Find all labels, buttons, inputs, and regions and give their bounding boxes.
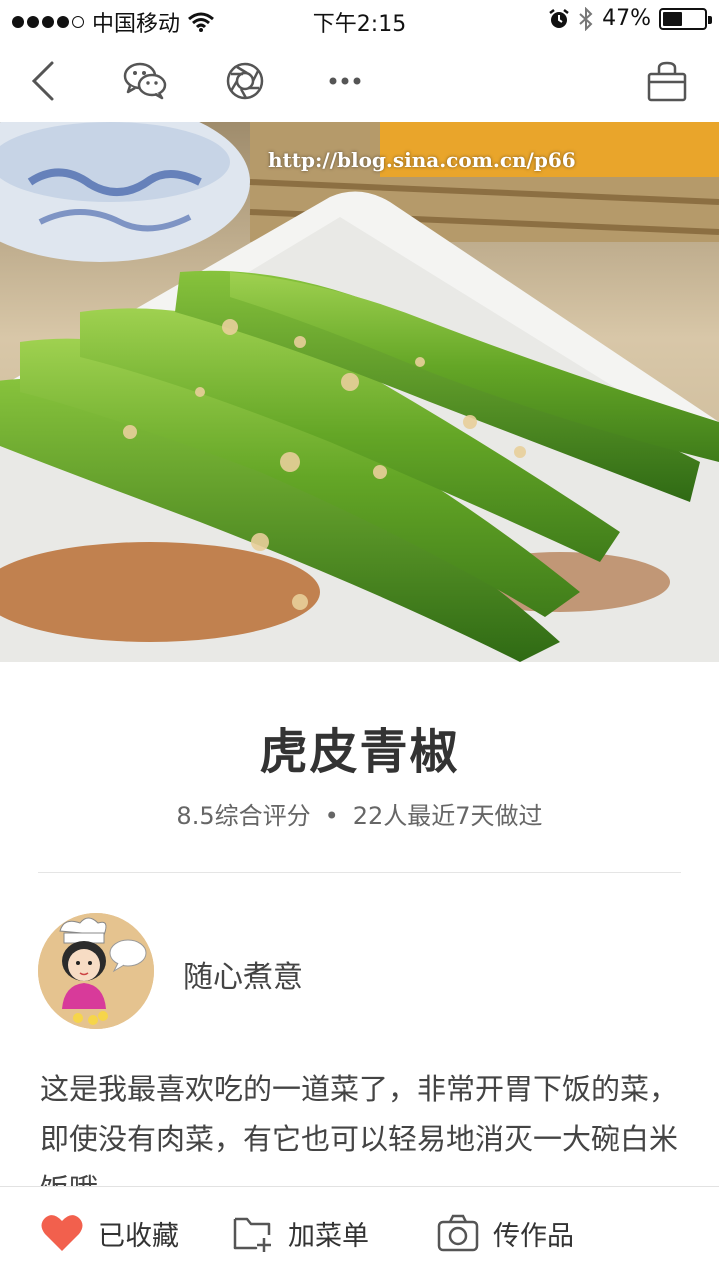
favorite-button[interactable]: 已收藏 (40, 1209, 179, 1257)
more-dots-icon (329, 77, 361, 85)
battery-fill (663, 11, 682, 26)
basket-icon (647, 61, 687, 102)
camera-icon (437, 1214, 479, 1252)
top-toolbar (0, 40, 719, 122)
back-button[interactable] (16, 54, 70, 108)
section-divider (38, 872, 681, 873)
battery-percent: 47% (602, 6, 651, 31)
bluetooth-icon (579, 6, 593, 31)
add-menu-label: 加菜单 (288, 1220, 369, 1252)
recipe-meta: 8.5综合评分 • 22人最近7天做过 (0, 796, 719, 831)
share-moments-button[interactable] (218, 54, 272, 108)
author-name[interactable]: 随心煮意 (183, 952, 303, 996)
favorite-label: 已收藏 (98, 1220, 179, 1252)
camera-shutter-icon (226, 62, 264, 100)
status-bar: 中国移动 下午2:15 47% (0, 0, 719, 40)
meta-separator: • (324, 802, 339, 830)
battery-icon (659, 7, 712, 30)
share-wechat-button[interactable] (118, 54, 172, 108)
heart-icon (41, 1215, 83, 1251)
status-right: 47% (548, 6, 712, 31)
image-watermark: http://blog.sina.com.cn/p66 (268, 148, 576, 172)
shopping-basket-button[interactable] (640, 54, 694, 108)
bottom-action-bar: 已收藏 加菜单 传作品 (0, 1186, 719, 1280)
add-to-menu-button[interactable]: 加菜单 (232, 1209, 369, 1257)
wechat-icon (123, 62, 167, 100)
chevron-left-icon (31, 61, 54, 101)
folder-add-icon (233, 1217, 271, 1252)
upload-work-button[interactable]: 传作品 (437, 1209, 574, 1257)
upload-label: 传作品 (493, 1220, 574, 1252)
alarm-icon (549, 8, 569, 28)
recipe-hero-image: http://blog.sina.com.cn/p66 (0, 122, 719, 662)
rating-text: 8.5综合评分 (176, 802, 311, 830)
author-avatar[interactable] (38, 913, 154, 1029)
cooked-count-text: 22人最近7天做过 (352, 802, 543, 830)
more-button[interactable] (318, 54, 372, 108)
recipe-title: 虎皮青椒 (259, 724, 460, 780)
